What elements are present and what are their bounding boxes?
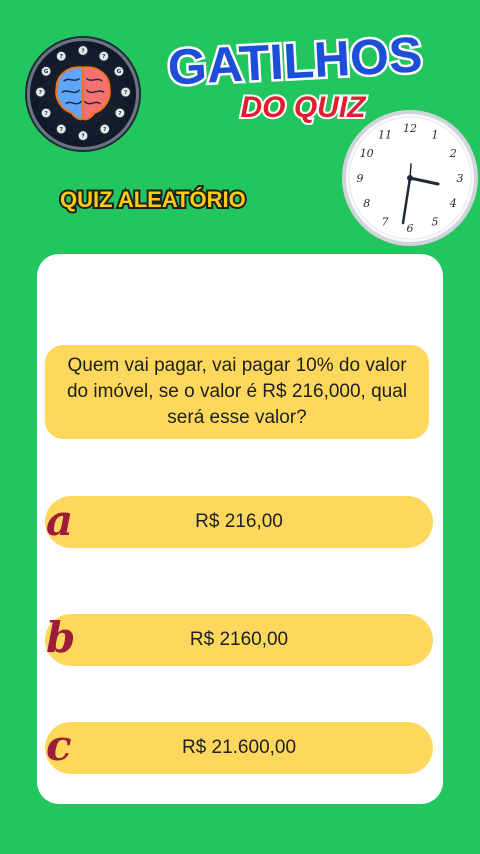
svg-text:?: ? — [118, 111, 121, 117]
svg-text:?: ? — [81, 48, 84, 54]
answer-option-c[interactable]: R$ 21.600,00 — [45, 722, 433, 774]
question-text: Quem vai pagar, vai pagar 10% do valor d… — [45, 345, 429, 439]
svg-text:G: G — [44, 69, 49, 75]
clock-icon: 12 1 2 3 4 5 6 7 8 9 10 11 — [340, 108, 480, 248]
clock-numeral: 12 — [403, 122, 417, 135]
clock-numeral: 6 — [407, 222, 414, 235]
svg-text:?: ? — [103, 127, 106, 133]
clock-numeral: 3 — [457, 172, 464, 185]
answer-option-a-text: R$ 216,00 — [195, 511, 283, 532]
svg-text:?: ? — [124, 90, 127, 96]
clock-numeral: 10 — [360, 147, 374, 160]
brain-logo-icon: ?? G ??? ??? ? G? — [27, 38, 139, 150]
clock-numeral: 7 — [382, 215, 389, 228]
clock-numeral: 4 — [449, 197, 457, 210]
svg-text:?: ? — [60, 54, 63, 60]
svg-text:?: ? — [44, 111, 47, 117]
option-letter-c: c — [46, 721, 72, 770]
clock-numeral: 5 — [432, 215, 439, 228]
svg-text:?: ? — [102, 54, 105, 60]
svg-text:?: ? — [39, 90, 42, 96]
answer-option-b[interactable]: R$ 2160,00 — [45, 614, 433, 666]
answer-option-a[interactable]: R$ 216,00 — [45, 496, 433, 548]
category-label: QUIZ ALEATÓRIO — [56, 180, 286, 216]
option-letter-a: a — [46, 496, 74, 545]
answer-option-c-text: R$ 21.600,00 — [181, 737, 297, 758]
svg-text:?: ? — [81, 134, 84, 140]
svg-text:G: G — [117, 69, 122, 75]
clock-numeral: 8 — [363, 197, 370, 210]
svg-text:?: ? — [60, 127, 63, 133]
category-label-text: QUIZ ALEATÓRIO — [60, 187, 246, 212]
clock-numeral: 1 — [432, 129, 439, 142]
clock-numeral: 2 — [449, 147, 457, 160]
answer-option-b-text: R$ 2160,00 — [189, 629, 289, 650]
option-letter-b: b — [46, 613, 76, 662]
clock-numeral: 11 — [378, 129, 392, 142]
clock-numeral: 9 — [357, 172, 364, 185]
